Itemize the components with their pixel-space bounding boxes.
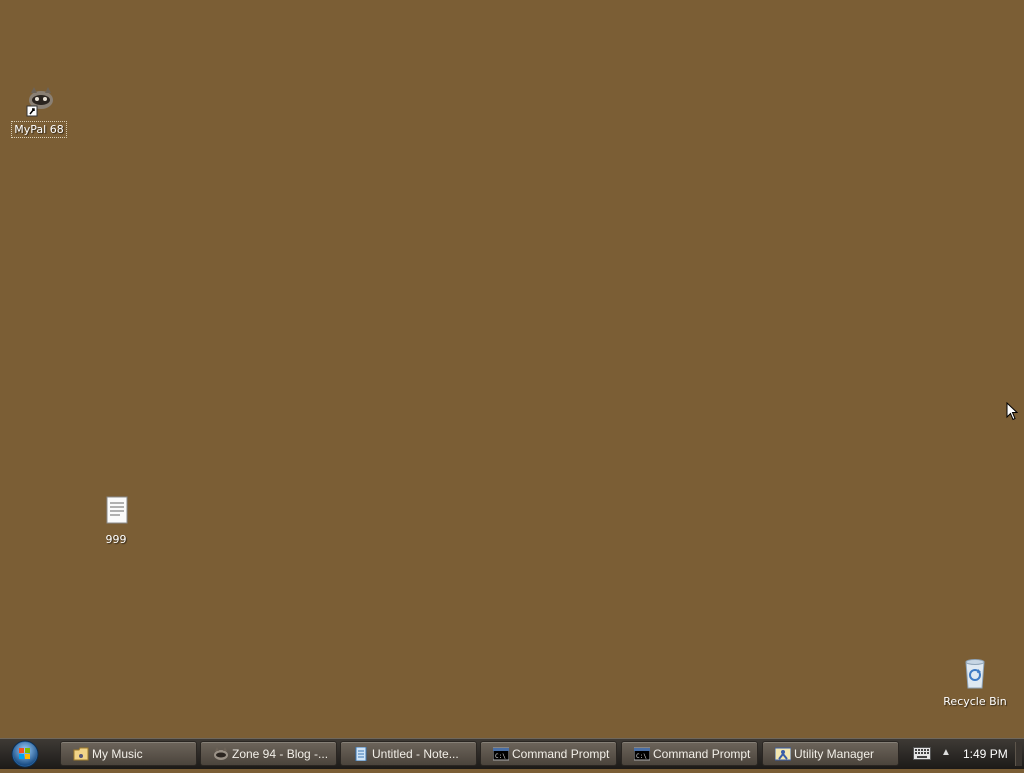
taskbar-button-label: My Music [92,747,143,761]
chevron-up-icon[interactable]: ▲ [941,747,951,758]
desktop-icon-recycle-bin[interactable]: Recycle Bin [937,656,1013,709]
taskbar-button-utility-manager[interactable]: Utility Manager [762,741,899,766]
recycle-bin-icon [957,656,993,692]
taskbar-button-label: Zone 94 - Blog -... [232,747,329,761]
taskbar-button-command-prompt-2[interactable]: C:\ Command Prompt [621,741,758,766]
command-prompt-icon: C:\ [493,747,509,761]
desktop-icon-label: Recycle Bin [943,695,1007,708]
taskbar-button-zone94-blog[interactable]: Zone 94 - Blog -... [200,741,337,766]
taskbar-button-my-music[interactable]: My Music [60,741,197,766]
keyboard-icon[interactable] [913,747,931,760]
desktop-icon-label: 999 [105,533,127,546]
folder-icon [73,747,89,761]
notepad-icon [355,747,367,761]
desktop-icon-label: MyPal 68 [11,121,67,138]
taskbar-button-label: Utility Manager [794,747,875,761]
taskbar-button-notepad[interactable]: Untitled - Note... [340,741,477,766]
utility-manager-icon [775,747,791,761]
taskbar-clock[interactable]: 1:49 PM [963,739,1008,769]
taskbar-button-label: Untitled - Note... [372,747,459,761]
desktop-icon-mypal[interactable]: MyPal 68 [1,84,77,138]
taskbar-button-label: Command Prompt [512,747,610,761]
mouse-cursor-icon [1006,402,1018,421]
taskbar: My Music Zone 94 - Blog -... Untitled - … [0,738,1024,769]
command-prompt-icon: C:\ [634,747,650,761]
text-document-icon [98,494,134,530]
svg-text:C:\: C:\ [636,753,647,760]
taskbar-button-label: Command Prompt [653,747,751,761]
taskbar-button-command-prompt-1[interactable]: C:\ Command Prompt [480,741,617,766]
windows-start-orb-icon [11,740,39,768]
desktop-icon-999[interactable]: 999 [78,494,154,547]
show-desktop-button[interactable] [1015,742,1022,766]
start-button[interactable] [6,740,44,768]
mypal-raccoon-icon [21,84,57,120]
svg-text:C:\: C:\ [495,753,506,760]
mypal-raccoon-icon [214,747,228,760]
